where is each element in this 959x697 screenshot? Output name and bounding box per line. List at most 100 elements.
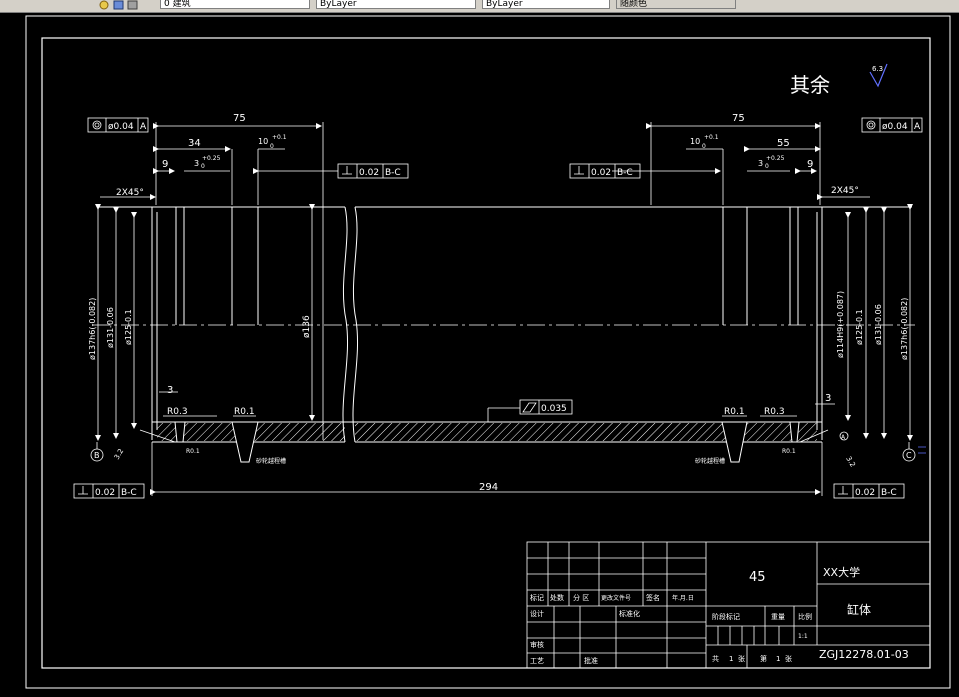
dim-3-groove-right: 3 bbox=[758, 159, 763, 168]
roughness-symbol: 6.3 bbox=[869, 63, 888, 88]
fcf-perp-right-top-datum: B-C bbox=[617, 168, 633, 178]
header-stage: 阶段标记 bbox=[712, 612, 740, 621]
dim-3-groove-left-tol: +0.25 bbox=[202, 155, 221, 162]
dim-0-right: 0 bbox=[702, 143, 706, 150]
fcf-perp-left-bottom-value: 0.02 bbox=[95, 488, 115, 498]
header-mark: 标记 bbox=[530, 593, 544, 602]
cad-drawing-canvas[interactable]: 其余 6.3 75 34 9 10 +0.1 0 3 +0.25 0 2X45°… bbox=[0, 12, 959, 697]
dia-114-right: ø114H9(+0.087) bbox=[836, 291, 845, 358]
material: 45 bbox=[749, 570, 766, 585]
dim-3-groove-right-tol: +0.25 bbox=[766, 155, 785, 162]
header-scale: 比例 bbox=[798, 612, 812, 621]
dim-9-left: 9 bbox=[162, 159, 168, 170]
sheet-no: 1 bbox=[776, 655, 780, 663]
title-block-text: 45 XX大学 缸体 ZGJ12278.01-03 标记 处数 分 区 更改文件… bbox=[530, 565, 909, 665]
sheet-frame bbox=[41, 37, 931, 669]
fcf-perp-right-bottom-value: 0.02 bbox=[855, 488, 875, 498]
dim-3-left: 3 bbox=[167, 385, 173, 396]
dim-10-left: 10 bbox=[258, 137, 268, 146]
r01-right: R0.1 bbox=[724, 407, 745, 417]
layer-icon bbox=[99, 0, 138, 10]
fcf-runout-left-datum: A bbox=[140, 122, 147, 132]
school-name: XX大学 bbox=[823, 565, 860, 579]
dim-9-right: 9 bbox=[807, 159, 813, 170]
fcf-perp-left-bottom-datum: B-C bbox=[121, 488, 137, 498]
dia-137-right: ø137h6(-0.082) bbox=[900, 298, 909, 360]
roughness-right: 3.2 bbox=[844, 455, 856, 469]
dim-3-right: 3 bbox=[825, 393, 831, 404]
undercut-note-left: 砂轮越程槽 bbox=[256, 457, 286, 465]
plotstyle-value: 随颜色 bbox=[620, 0, 648, 9]
header-doc: 更改文件号 bbox=[601, 594, 631, 602]
header-count: 处数 bbox=[550, 593, 564, 602]
sheet-total: 1 bbox=[729, 655, 733, 663]
dim-34: 34 bbox=[188, 138, 201, 149]
r01-right-small: R0.1 bbox=[782, 448, 796, 455]
lineweight-dropdown[interactable]: ByLayer bbox=[482, 0, 610, 9]
header-review: 审核 bbox=[530, 640, 544, 649]
undercut-note-right: 砂轮越程槽 bbox=[695, 457, 725, 465]
dia-131-right: ø131-0.06 bbox=[874, 304, 883, 345]
dia-136: ø136 bbox=[302, 315, 312, 338]
header-zone: 分 区 bbox=[573, 593, 589, 602]
dim-55: 55 bbox=[777, 138, 790, 149]
roughness-value: 6.3 bbox=[872, 65, 883, 73]
sheet-no-unit: 张 bbox=[785, 654, 792, 663]
dia-137-left: ø137h6(-0.082) bbox=[88, 298, 97, 360]
roughness-left: 3.2 bbox=[113, 447, 125, 461]
dim-3-groove-right-low: 0 bbox=[765, 163, 769, 170]
dia-125-right: ø125-0.1 bbox=[855, 309, 864, 345]
header-standard: 标准化 bbox=[619, 609, 640, 618]
dia-131-left: ø131-0.06 bbox=[106, 307, 115, 348]
plotstyle-dropdown[interactable]: 随颜色 bbox=[616, 0, 736, 9]
dim-10-right-tol: +0.1 bbox=[704, 134, 719, 141]
part-name: 缸体 bbox=[847, 602, 871, 617]
header-sign: 签名 bbox=[646, 593, 660, 602]
layer-value: 0 建筑 bbox=[164, 0, 191, 9]
fcf-perp-left-top-datum: B-C bbox=[385, 168, 401, 178]
part-outline bbox=[98, 206, 912, 443]
linetype-dropdown[interactable]: ByLayer bbox=[316, 0, 476, 9]
header-design: 设计 bbox=[530, 609, 544, 618]
layer-dropdown[interactable]: 0 建筑 bbox=[160, 0, 310, 9]
header-weight: 重量 bbox=[771, 613, 785, 621]
linetype-value: ByLayer bbox=[320, 0, 357, 9]
dim-75-left: 75 bbox=[233, 113, 246, 124]
dim-10-left-tol: +0.1 bbox=[272, 134, 287, 141]
r03-left: R0.3 bbox=[167, 407, 188, 417]
fcf-runout-right-datum: A bbox=[914, 122, 921, 132]
datum-b: B bbox=[94, 451, 100, 460]
layer-state-icons[interactable] bbox=[98, 0, 142, 10]
dim-3-groove-left: 3 bbox=[194, 159, 199, 168]
chamfer-left: 2X45° bbox=[116, 188, 144, 198]
roughness-note: 其余 bbox=[790, 73, 830, 97]
fcf-perp-right-top-value: 0.02 bbox=[591, 168, 611, 178]
dim-294: 294 bbox=[479, 482, 498, 493]
fcf-runout-right-value: ø0.04 bbox=[882, 122, 908, 132]
header-date: 年.月.日 bbox=[672, 594, 694, 602]
dia-125-left: ø125-0.1 bbox=[124, 309, 133, 345]
lineweight-value: ByLayer bbox=[486, 0, 523, 9]
fcf-runout-left-value: ø0.04 bbox=[108, 122, 134, 132]
r03-right: R0.3 bbox=[764, 407, 785, 417]
fcf-perp-right-bottom-datum: B-C bbox=[881, 488, 897, 498]
dim-75-right: 75 bbox=[732, 113, 745, 124]
fcf-perp-left-top-value: 0.02 bbox=[359, 168, 379, 178]
viewport-border bbox=[25, 15, 951, 689]
dim-0-left: 0 bbox=[270, 143, 274, 150]
fcf-cylindricity-value: 0.035 bbox=[541, 404, 567, 414]
r01-left: R0.1 bbox=[234, 407, 255, 417]
scale-value: 1:1 bbox=[798, 633, 808, 640]
r01-left-small: R0.1 bbox=[186, 448, 200, 455]
sheet-total-unit: 张 bbox=[738, 654, 745, 663]
dim-3-groove-left-low: 0 bbox=[201, 163, 205, 170]
sheet-total-label: 共 bbox=[712, 654, 719, 663]
chamfer-right: 2X45° bbox=[831, 186, 859, 196]
sheet-no-label: 第 bbox=[760, 654, 767, 663]
section-hatch-right bbox=[355, 423, 817, 441]
datum-c: C bbox=[906, 451, 912, 460]
dim-10-right: 10 bbox=[690, 137, 700, 146]
drawing-number: ZGJ12278.01-03 bbox=[819, 648, 909, 661]
header-approve: 批准 bbox=[584, 656, 598, 665]
header-process: 工艺 bbox=[530, 657, 544, 665]
